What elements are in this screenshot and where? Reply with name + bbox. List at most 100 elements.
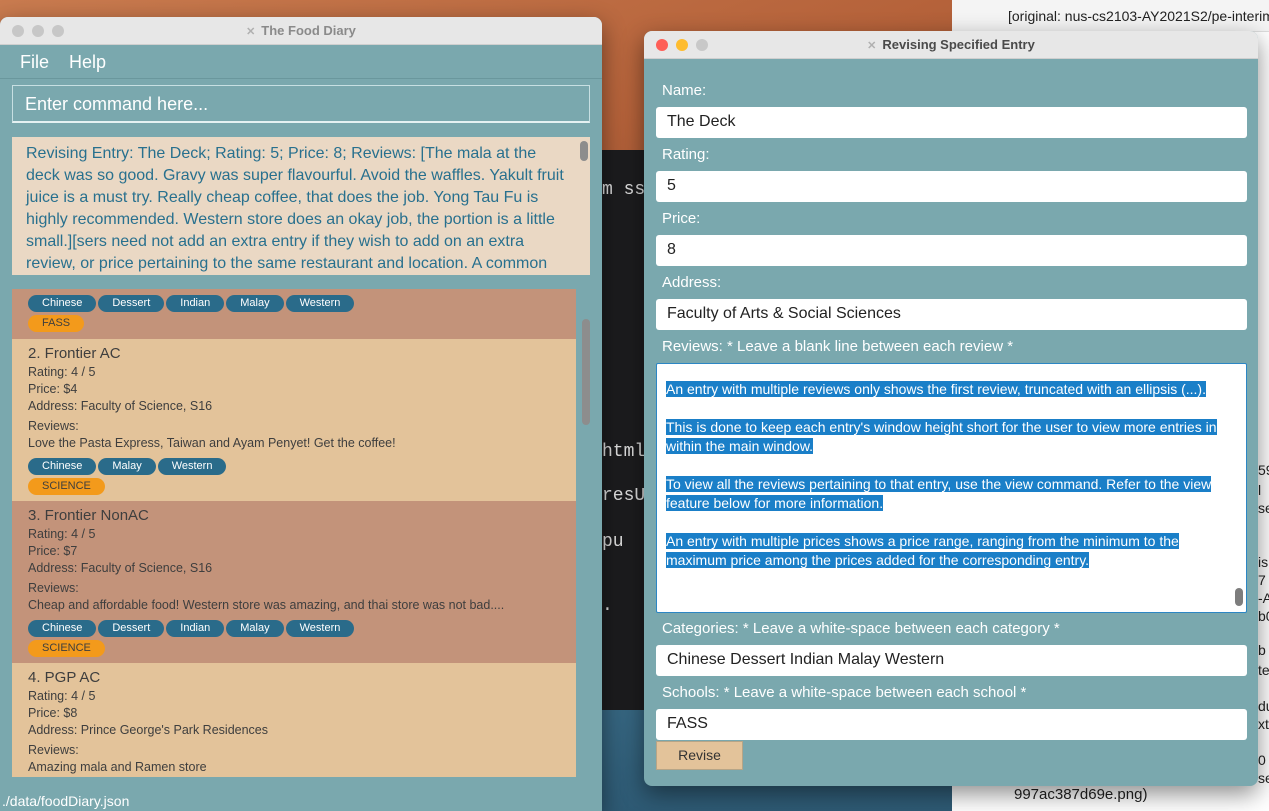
name-field[interactable]: The Deck <box>656 107 1247 138</box>
entry-card[interactable]: 2. Frontier AC Rating: 4 / 5 Price: $4 A… <box>12 339 576 501</box>
category-tag: Western <box>285 295 355 312</box>
entry-list[interactable]: Chinese Dessert Indian Malay Western FAS… <box>12 289 590 777</box>
background-text-fragment: b0 <box>1258 608 1269 624</box>
result-scrollbar[interactable] <box>580 141 588 161</box>
reviews-scrollbar[interactable] <box>1235 588 1243 606</box>
reviews-text: An entry with multiple reviews only show… <box>666 380 1222 589</box>
entry-reviews-label: Reviews: <box>28 743 79 757</box>
entry-address: Address: Faculty of Science, S16 <box>28 399 213 413</box>
reviews-label: Reviews: * Leave a blank line between ea… <box>662 338 1014 355</box>
background-text-fragment: -A <box>1258 590 1269 606</box>
terminal-line: . <box>602 596 613 616</box>
terminal-line: html <box>602 442 646 462</box>
reviews-textarea[interactable]: An entry with multiple reviews only show… <box>656 363 1247 613</box>
entry-rating: Rating: 4 / 5 <box>28 365 96 379</box>
category-tag: Western <box>157 458 227 475</box>
rating-label: Rating: <box>662 146 710 163</box>
category-tag: Dessert <box>98 620 165 637</box>
title-bar[interactable]: ✕ The Food Diary <box>0 17 602 45</box>
window-title-text: The Food Diary <box>261 23 356 38</box>
entry-name: 4. PGP AC <box>28 669 101 686</box>
terminal-line: resU <box>602 486 646 506</box>
revise-button[interactable]: Revise <box>656 741 743 770</box>
background-text-fragment: xt <box>1258 716 1269 732</box>
price-field[interactable]: 8 <box>656 235 1247 266</box>
category-tag: Malay <box>226 620 284 637</box>
category-tag: Malay <box>98 458 156 475</box>
review-paragraph: An entry with multiple reviews only show… <box>666 381 1206 397</box>
category-tag: Malay <box>226 295 284 312</box>
entry-price: Price: $8 <box>28 706 78 720</box>
status-bar-file-path: ./data/foodDiary.json <box>2 793 130 809</box>
school-tag: SCIENCE <box>28 640 105 657</box>
app-icon: ✕ <box>246 26 256 38</box>
rating-field[interactable]: 5 <box>656 171 1247 202</box>
category-tags: Chinese Dessert Indian Malay Western <box>28 295 576 312</box>
app-icon: ✕ <box>867 40 877 52</box>
entry-rating: Rating: 4 / 5 <box>28 527 96 541</box>
category-tag: Chinese <box>28 620 97 637</box>
background-text-fragment: l <box>1258 482 1262 498</box>
menu-help[interactable]: Help <box>69 52 106 78</box>
address-field[interactable]: Faculty of Arts & Social Sciences <box>656 299 1247 330</box>
terminal-line: m ss <box>602 180 646 200</box>
menu-file[interactable]: File <box>20 52 49 78</box>
revise-entry-window: ✕ Revising Specified Entry Name: The Deck… <box>644 31 1258 786</box>
category-tag: Chinese <box>28 295 97 312</box>
background-text-fragment: se <box>1258 500 1269 516</box>
entry-reviews-label: Reviews: <box>28 419 79 433</box>
background-terminal: m ss html resU pu . <box>598 150 646 710</box>
entry-reviews-label: Reviews: <box>28 581 79 595</box>
background-text-fragment: te <box>1258 662 1269 678</box>
window-title: ✕ The Food Diary <box>0 23 602 38</box>
school-tag: FASS <box>28 315 85 332</box>
review-paragraph: To view all the reviews pertaining to th… <box>666 476 1212 511</box>
category-tag: Western <box>285 620 355 637</box>
entry-name: 2. Frontier AC <box>28 345 121 362</box>
window-title: ✕ Revising Specified Entry <box>644 37 1258 52</box>
category-tag: Dessert <box>98 295 165 312</box>
food-diary-main-window: ✕ The Food Diary File Help Enter command … <box>0 17 602 811</box>
category-tag: Chinese <box>28 458 97 475</box>
review-paragraph: This is done to keep each entry's window… <box>666 419 1217 454</box>
entry-address: Address: Prince George's Park Residences <box>28 723 268 737</box>
schools-label: Schools: * Leave a white-space between e… <box>662 684 1027 701</box>
name-label: Name: <box>662 82 707 99</box>
background-text-fragment: se <box>1258 770 1269 786</box>
entry-address: Address: Faculty of Science, S16 <box>28 561 213 575</box>
category-tags: Chinese Dessert Indian Malay Western <box>28 620 576 637</box>
entry-price: Price: $7 <box>28 544 78 558</box>
schools-field[interactable]: FASS <box>656 709 1247 740</box>
entry-price: Price: $4 <box>28 382 78 396</box>
review-paragraph: An entry with multiple prices shows a pr… <box>666 533 1179 568</box>
entry-review: Amazing mala and Ramen store <box>28 760 207 774</box>
category-tag: Indian <box>166 620 225 637</box>
entry-name: 3. Frontier NonAC <box>28 507 149 524</box>
category-tags: Chinese Malay Western <box>28 458 576 475</box>
background-text-fragment: b <box>1258 642 1266 658</box>
entry-rating: Rating: 4 / 5 <box>28 689 96 703</box>
result-text: Revising Entry: The Deck; Rating: 5; Pri… <box>26 145 564 272</box>
background-text-fragment: du <box>1258 698 1269 714</box>
command-input[interactable]: Enter command here... <box>12 85 590 123</box>
background-text-fragment: is <box>1258 554 1269 570</box>
entry-card[interactable]: 4. PGP AC Rating: 4 / 5 Price: $8 Addres… <box>12 663 576 777</box>
price-label: Price: <box>662 210 701 227</box>
background-window-text: [original: nus-cs2103-AY2021S2/pe-interi… <box>952 0 1269 32</box>
title-bar[interactable]: ✕ Revising Specified Entry <box>644 31 1258 59</box>
entry-card[interactable]: Chinese Dessert Indian Malay Western FAS… <box>12 289 576 339</box>
menu-bar: File Help <box>0 45 602 79</box>
background-text-fragment: 59 <box>1258 462 1269 478</box>
category-tag: Indian <box>166 295 225 312</box>
background-window-text: 997ac387d69e.png) <box>1014 786 1148 803</box>
categories-field[interactable]: Chinese Dessert Indian Malay Western <box>656 645 1247 676</box>
categories-label: Categories: * Leave a white-space betwee… <box>662 620 1060 637</box>
terminal-line: pu <box>602 532 624 552</box>
school-tag: SCIENCE <box>28 478 105 495</box>
entry-list-scrollbar[interactable] <box>582 319 590 425</box>
address-label: Address: <box>662 274 722 291</box>
result-display[interactable]: Revising Entry: The Deck; Rating: 5; Pri… <box>12 137 590 275</box>
window-title-text: Revising Specified Entry <box>882 37 1035 52</box>
background-text-fragment: 0 <box>1258 752 1266 768</box>
entry-card[interactable]: 3. Frontier NonAC Rating: 4 / 5 Price: $… <box>12 501 576 663</box>
